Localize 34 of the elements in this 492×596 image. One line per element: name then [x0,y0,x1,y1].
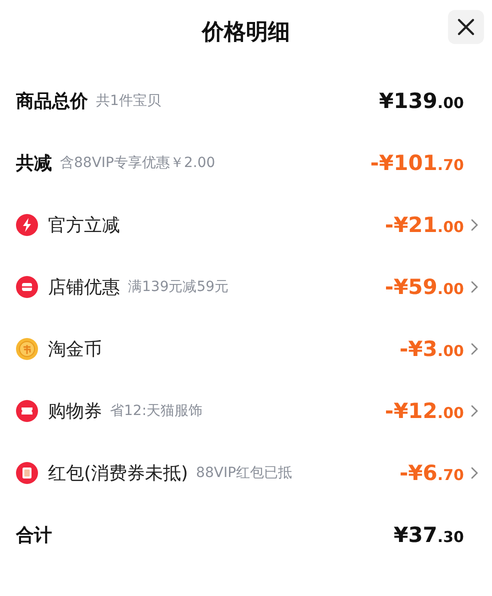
coin-icon [16,338,38,360]
row-note: 共1件宝贝 [96,92,161,110]
store-icon [16,276,38,298]
row-label: 红包(消费券未抵) [48,462,188,485]
row-note: 省12:天猫服饰 [110,402,203,420]
price-amount: -¥12.00 [384,399,464,423]
price-amount: -¥59.00 [384,275,464,299]
price-amount: -¥21.00 [384,213,464,237]
row-note: 含88VIP专享优惠￥2.00 [60,154,216,172]
chevron-right-icon[interactable] [471,281,478,293]
price-amount: ¥139.00 [378,89,464,113]
envelope-icon [16,462,38,484]
row-label: 合计 [16,524,52,547]
row-note: 88VIP红包已抵 [196,464,292,482]
price-amount: -¥3.00 [399,337,464,361]
row-note: 满139元减59元 [128,278,229,296]
row-label: 共减 [16,152,52,175]
chevron-right-icon[interactable] [471,343,478,355]
row-label: 淘金币 [48,338,102,361]
row-label: 商品总价 [16,90,88,113]
close-button[interactable] [448,10,484,44]
row-label: 官方立减 [48,214,120,237]
price-amount: ¥37.30 [394,523,464,547]
chevron-right-icon[interactable] [471,219,478,231]
close-icon [457,18,475,36]
row-label: 购物券 [48,400,102,423]
ticket-icon [16,400,38,422]
sheet-title: 价格明细 [202,19,290,47]
price-amount: -¥6.70 [399,461,464,485]
chevron-right-icon[interactable] [471,405,478,417]
chevron-right-icon[interactable] [471,467,478,479]
lightning-icon [16,214,38,236]
price-amount: -¥101.70 [370,151,464,175]
row-label: 店铺优惠 [48,276,120,299]
